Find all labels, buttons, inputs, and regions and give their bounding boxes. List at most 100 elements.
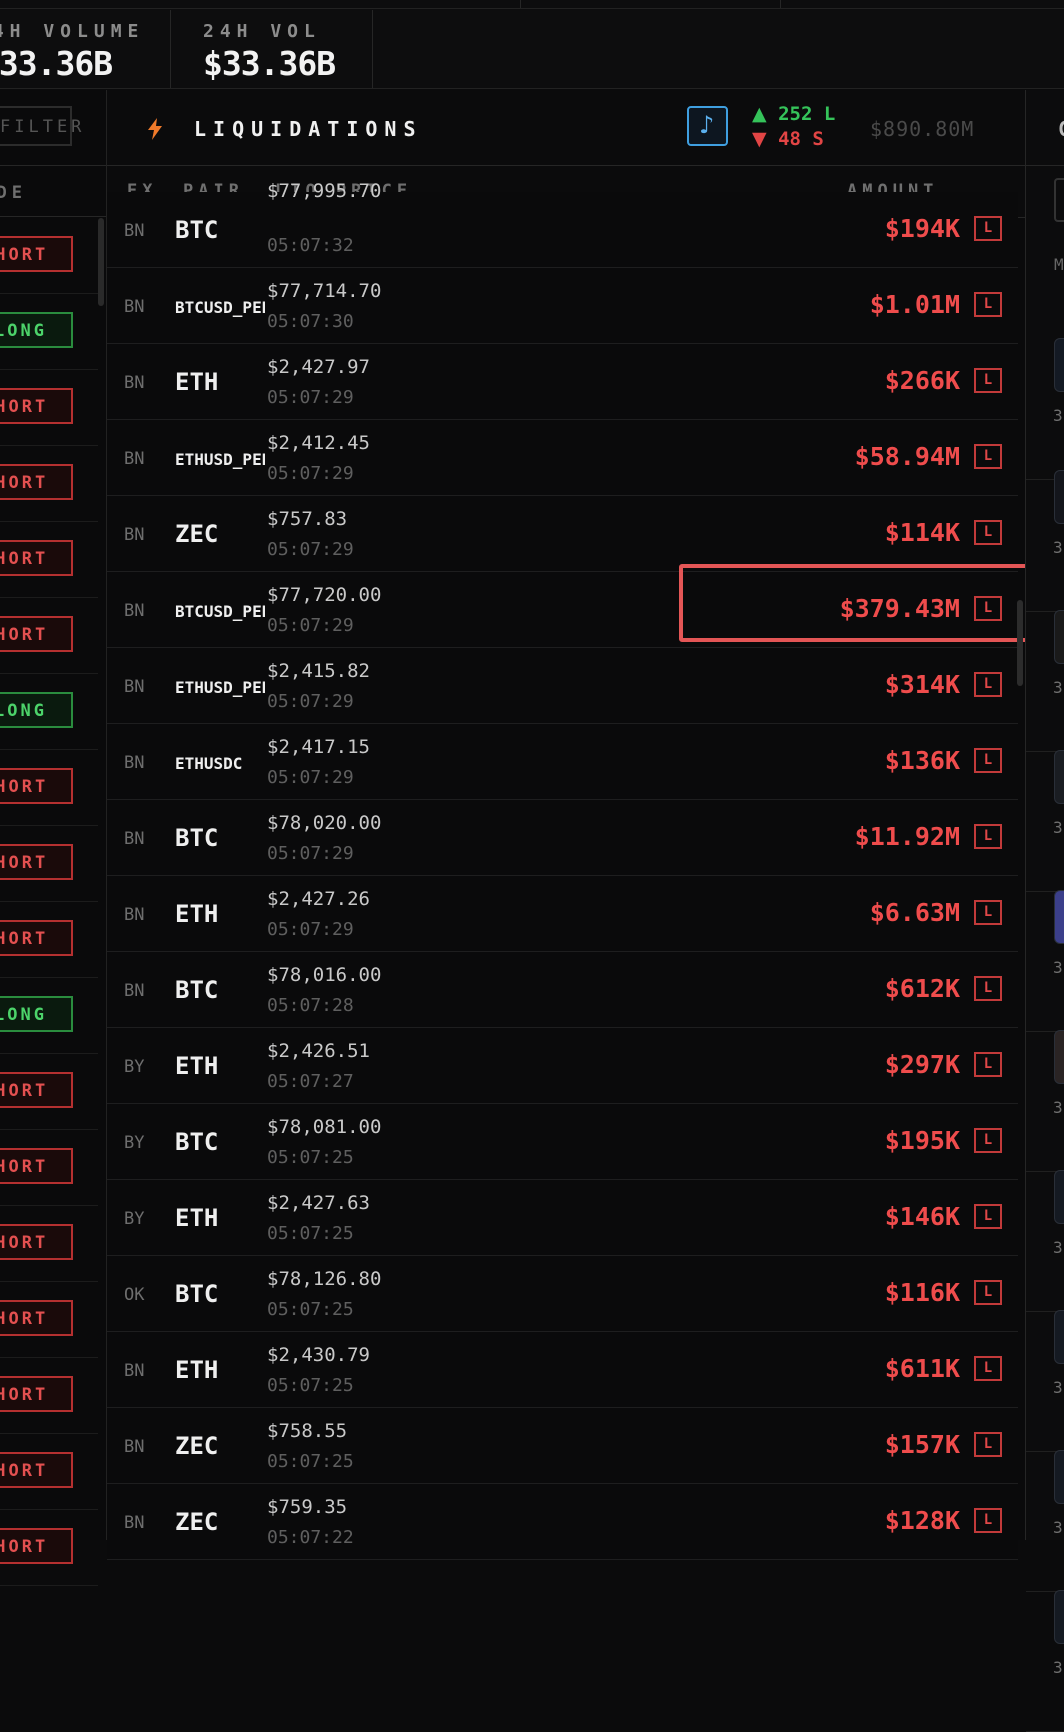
exchange-cell: BN xyxy=(124,449,145,469)
side-badge: SHORT xyxy=(0,1072,73,1108)
side-tag: L xyxy=(974,1052,1002,1077)
amount-cell: $11.92M xyxy=(854,822,960,851)
long-count-badge: ▲ 252 L xyxy=(752,103,835,125)
amount-cell: $314K xyxy=(884,670,960,699)
exchange-cell: BN xyxy=(124,297,145,317)
table-row[interactable]: BN ZEC $759.35 05:07:22 $128K L xyxy=(107,1484,1018,1560)
trade-row[interactable]: LONG xyxy=(0,673,98,750)
table-row[interactable]: BY ETH $2,426.51 05:07:27 $297K L xyxy=(107,1028,1018,1104)
table-row[interactable]: BN ETH $2,427.97 05:07:29 $266K L xyxy=(107,344,1018,420)
table-row[interactable]: BN BTC $78,016.00 05:07:28 $612K L xyxy=(107,952,1018,1028)
liq-price-cell: $2,426.51 xyxy=(267,1040,370,1062)
table-row[interactable]: BN ETHUSD_PERP$2,412.45 05:07:29 $58.94M L xyxy=(107,420,1018,496)
pair-cell: ZEC xyxy=(175,520,219,548)
avatar[interactable] xyxy=(1054,1030,1064,1084)
time-cell: 05:07:25 xyxy=(267,1223,354,1244)
side-tag: L xyxy=(974,292,1002,317)
amount-cell: $611K xyxy=(884,1354,960,1383)
trade-row[interactable]: SHORT xyxy=(0,217,98,294)
avatar[interactable] xyxy=(1054,1310,1064,1364)
side-tag: L xyxy=(974,1128,1002,1153)
side-badge: LONG xyxy=(0,996,73,1032)
trade-row[interactable]: SHORT xyxy=(0,1053,98,1130)
table-row[interactable]: BN ETH $2,430.79 05:07:25 $611K L xyxy=(107,1332,1018,1408)
table-row[interactable]: OK BTC $78,126.80 05:07:25 $116K L xyxy=(107,1256,1018,1332)
trade-row[interactable]: SHORT xyxy=(0,521,98,598)
trade-row[interactable]: SHORT xyxy=(0,1433,98,1510)
trade-row[interactable]: SHORT xyxy=(0,1281,98,1358)
table-row[interactable]: BN ETH $2,427.26 05:07:29 $6.63M L xyxy=(107,876,1018,952)
trade-row[interactable]: SHORT xyxy=(0,445,98,522)
sound-toggle-button[interactable]: ♪ xyxy=(687,106,728,146)
side-column-header: SIDE xyxy=(0,183,27,203)
music-note-icon: ♪ xyxy=(699,111,715,139)
trade-row[interactable]: SHORT xyxy=(0,901,98,978)
avatar[interactable] xyxy=(1054,1590,1064,1644)
trade-row[interactable]: SHORT xyxy=(0,597,98,674)
right-input[interactable] xyxy=(1054,178,1064,222)
table-row[interactable]: BN ZEC $757.83 05:07:29 $114K L xyxy=(107,496,1018,572)
time-cell: 05:07:22 xyxy=(267,1527,354,1548)
stat-divider xyxy=(780,0,781,8)
side-tag: L xyxy=(974,976,1002,1001)
divider xyxy=(0,165,106,166)
table-row[interactable]: BN BTC $77,995.70 05:07:32 $194K L xyxy=(107,180,1018,268)
stat-label: 24H VOL xyxy=(203,21,321,42)
side-badge: SHORT xyxy=(0,540,73,576)
time-cell: 05:07:29 xyxy=(267,919,354,940)
amount-cell: $6.63M xyxy=(869,898,960,927)
table-row[interactable]: BY ETH $2,427.63 05:07:25 $146K L xyxy=(107,1180,1018,1256)
filter-input[interactable]: FILTER xyxy=(0,106,81,146)
side-badge: LONG xyxy=(0,692,73,728)
trade-row[interactable]: LONG xyxy=(0,293,98,370)
time-cell: 05:07:29 xyxy=(267,691,354,712)
amount-cell: $136K xyxy=(884,746,960,775)
pair-cell: ETH xyxy=(175,1356,219,1384)
amount-cell: $195K xyxy=(884,1126,960,1155)
avatar[interactable] xyxy=(1054,750,1064,804)
liq-price-cell: $78,020.00 xyxy=(267,812,382,834)
table-row[interactable]: BN BTCUSD_PERP$77,714.70 05:07:30 $1.01M L xyxy=(107,268,1018,344)
scrollbar-thumb[interactable] xyxy=(98,218,104,306)
amount-cell: $157K xyxy=(884,1430,960,1459)
scrollbar-thumb[interactable] xyxy=(1017,600,1023,686)
liq-price-cell: $759.35 xyxy=(267,1496,348,1518)
exchange-cell: OK xyxy=(124,1285,145,1305)
stat-divider xyxy=(520,0,521,8)
avatar[interactable] xyxy=(1054,338,1064,392)
time-cell: 05:07:29 xyxy=(267,387,354,408)
trade-row[interactable]: SHORT xyxy=(0,749,98,826)
trade-row[interactable]: LONG xyxy=(0,977,98,1054)
trade-row[interactable]: SHORT xyxy=(0,1129,98,1206)
trade-row[interactable]: SHORT xyxy=(0,369,98,446)
avatar[interactable] xyxy=(1054,1170,1064,1224)
avatar[interactable] xyxy=(1054,610,1064,664)
trade-row[interactable]: SHORT xyxy=(0,825,98,902)
table-row[interactable]: BY BTC $78,081.00 05:07:25 $195K L xyxy=(107,1104,1018,1180)
avatar[interactable] xyxy=(1054,1450,1064,1504)
lightning-icon xyxy=(148,118,162,140)
trade-row[interactable]: SHORT xyxy=(0,1205,98,1282)
exchange-cell: BN xyxy=(124,677,145,697)
trades-panel: FILTER SIDE SHORT LONG SHORT SHORT SHORT SHOR… xyxy=(0,90,107,1586)
table-row[interactable]: BN ETHUSDC $2,417.15 05:07:29 $136K L xyxy=(107,724,1018,800)
right-row-number: 3 xyxy=(1053,1098,1063,1117)
avatar[interactable] xyxy=(1054,470,1064,524)
side-badge: LONG xyxy=(0,312,73,348)
table-row[interactable]: BN BTC $78,020.00 05:07:29 $11.92M L xyxy=(107,800,1018,876)
exchange-cell: BN xyxy=(124,525,145,545)
panel-title: LIQUIDATIONS xyxy=(194,117,423,141)
amount-cell: $128K xyxy=(884,1506,960,1535)
trade-row[interactable]: SHORT xyxy=(0,1357,98,1434)
exchange-cell: BY xyxy=(124,1057,145,1077)
side-badge: SHORT xyxy=(0,844,73,880)
liq-price-cell: $77,995.70 xyxy=(267,180,382,202)
right-row-number: 3 xyxy=(1053,678,1063,697)
avatar[interactable] xyxy=(1054,890,1064,944)
exchange-cell: BY xyxy=(124,1209,145,1229)
trade-row[interactable]: SHORT xyxy=(0,1509,98,1586)
time-cell: 05:07:32 xyxy=(267,235,354,256)
liq-price-cell: $2,412.45 xyxy=(267,432,370,454)
table-row[interactable]: BN ZEC $758.55 05:07:25 $157K L xyxy=(107,1408,1018,1484)
table-row[interactable]: BN ETHUSD_PERP$2,415.82 05:07:29 $314K L xyxy=(107,648,1018,724)
